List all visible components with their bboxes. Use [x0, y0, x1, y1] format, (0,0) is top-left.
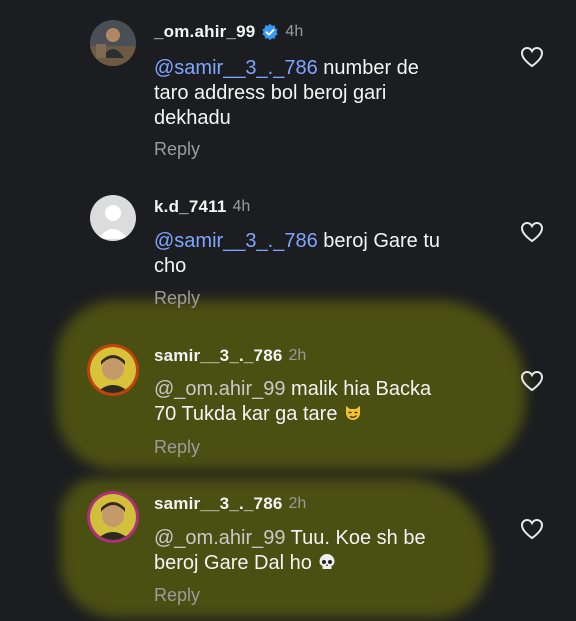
- skull-icon: [319, 554, 335, 569]
- verified-badge-icon: [262, 23, 279, 41]
- comment-text: @_om.ahir_99 malik hia Backa 70 Tukda ka…: [154, 377, 484, 427]
- like-heart-icon[interactable]: [520, 370, 544, 392]
- comment-text-part: cho: [154, 255, 187, 277]
- comment-text-part: 70 Tukda kar ga tare: [154, 403, 344, 425]
- mention-link[interactable]: @_om.ahir_99: [154, 378, 285, 400]
- reply-button[interactable]: Reply: [154, 139, 200, 160]
- comment-time: 2h: [288, 347, 307, 364]
- avatar[interactable]: [90, 195, 136, 241]
- avatar[interactable]: [90, 347, 136, 393]
- reply-button[interactable]: Reply: [154, 288, 200, 309]
- reply-button[interactable]: Reply: [154, 585, 200, 606]
- avatar[interactable]: [90, 494, 136, 540]
- comment-text-part: beroj Gare tu: [317, 230, 441, 252]
- comment-text-part: number de: [317, 57, 419, 79]
- comment-time: 2h: [288, 495, 307, 512]
- comment-text: @samir__3_._786 beroj Gare tu cho: [154, 229, 484, 279]
- like-heart-icon[interactable]: [520, 518, 544, 540]
- comment-text: @_om.ahir_99 Tuu. Koe sh be beroj Gare D…: [154, 526, 484, 576]
- comment-text-part: malik hia Backa: [285, 378, 432, 400]
- like-heart-icon[interactable]: [520, 46, 544, 68]
- comment-username[interactable]: k.d_7411: [154, 197, 227, 217]
- reply-button[interactable]: Reply: [154, 437, 200, 458]
- comment-text: @samir__3_._786 number de taro address b…: [154, 56, 484, 131]
- comment-time: 4h: [285, 23, 304, 40]
- comment-text-part: Tuu. Koe sh be: [285, 527, 426, 549]
- comment-time: 4h: [232, 198, 251, 215]
- comment-username[interactable]: _om.ahir_99: [154, 22, 255, 42]
- comment-text-part: taro address bol beroj gari: [154, 82, 387, 104]
- comment-username[interactable]: samir__3_._786: [154, 346, 283, 366]
- mention-link[interactable]: @_om.ahir_99: [154, 527, 285, 549]
- mention-link[interactable]: @samir__3_._786: [154, 57, 318, 79]
- like-heart-icon[interactable]: [520, 221, 544, 243]
- comment-username[interactable]: samir__3_._786: [154, 494, 283, 514]
- comment-text-part: dekhadu: [154, 107, 231, 129]
- mention-link[interactable]: @samir__3_._786: [154, 230, 318, 252]
- comment-text-part: beroj Gare Dal ho: [154, 552, 318, 574]
- avatar[interactable]: [90, 20, 136, 66]
- smirking-cat-face-icon: [346, 406, 361, 420]
